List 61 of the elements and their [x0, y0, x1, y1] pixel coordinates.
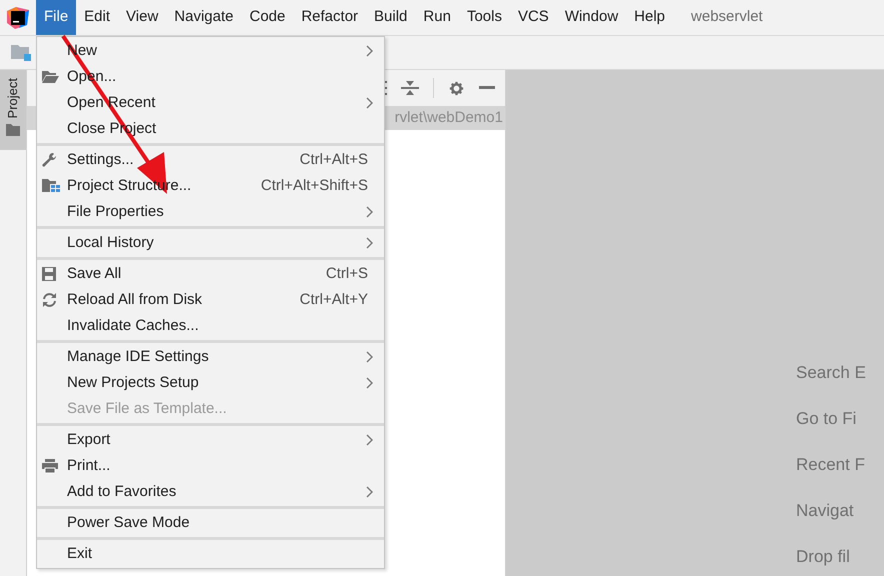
- menu-bar-item[interactable]: File: [36, 0, 76, 35]
- wrench-icon: [41, 152, 59, 168]
- menu-item[interactable]: Reload All from Disk Ctrl+Alt+Y: [37, 287, 384, 313]
- minimize-icon[interactable]: [479, 86, 495, 90]
- shortcut-label: Ctrl+Alt+Y: [300, 290, 368, 310]
- project-title: webservlet: [691, 7, 763, 28]
- editor-hint: Go to Fi: [796, 408, 858, 430]
- menu-item-label: Manage IDE Settings: [67, 346, 209, 367]
- menu-item-label: New Projects Setup: [67, 372, 199, 393]
- shortcut-label: Ctrl+Alt+Shift+S: [260, 176, 368, 196]
- project-tool-tab[interactable]: Project: [0, 70, 26, 150]
- menu-item-label: Local History: [67, 232, 154, 253]
- settings-icon[interactable]: [448, 80, 465, 96]
- menu-bar-item[interactable]: Run: [415, 0, 459, 35]
- menu-bar-item[interactable]: Navigate: [166, 0, 242, 35]
- editor-hint: Search E: [796, 362, 867, 384]
- refresh-icon: [41, 292, 58, 308]
- menu-item-label: File Properties: [67, 202, 164, 222]
- menu-item[interactable]: Settings... Ctrl+Alt+S: [37, 147, 384, 173]
- menu-bar-item[interactable]: Refactor: [293, 0, 366, 35]
- menu-item-label: Print...: [67, 456, 110, 476]
- collapse-all-icon[interactable]: [401, 80, 419, 96]
- menu-item-label: Settings...: [67, 150, 134, 170]
- folder-grid-icon: [41, 178, 60, 193]
- menu-item[interactable]: Export: [37, 427, 384, 453]
- menu-item-label: Export: [67, 430, 110, 450]
- menu-bar-item[interactable]: Code: [241, 0, 294, 35]
- menu-item-label: Reload All from Disk: [67, 290, 202, 310]
- menu-item-label: Save All: [67, 264, 122, 284]
- menu-item[interactable]: Exit: [37, 541, 384, 567]
- menu-bar-item[interactable]: Help: [626, 0, 674, 35]
- menu-item-label: Save File as Template...: [67, 398, 227, 419]
- menu-bar-item[interactable]: View: [118, 0, 166, 35]
- menu-bar-item[interactable]: VCS: [510, 0, 557, 35]
- folder-icon: [41, 69, 59, 84]
- folder-icon: [6, 124, 20, 136]
- menu-item[interactable]: Add to Favorites: [37, 479, 384, 505]
- menu-bar-item[interactable]: Edit: [76, 0, 118, 35]
- app-logo-icon: [7, 6, 29, 28]
- printer-icon: [41, 458, 59, 474]
- editor-hint: Drop fil: [796, 546, 851, 568]
- menu-item-label: Invalidate Caches...: [67, 316, 199, 336]
- menu-bar-item[interactable]: Build: [366, 0, 416, 35]
- shortcut-label: Ctrl+S: [326, 264, 368, 284]
- menu-item[interactable]: Local History: [37, 230, 384, 256]
- menu-item[interactable]: Invalidate Caches...: [37, 313, 384, 339]
- folder-icon: [11, 44, 33, 62]
- menu-bar-item[interactable]: Tools: [458, 0, 510, 35]
- menu-item-label: Power Save Mode: [67, 512, 190, 533]
- menu-item[interactable]: Save All Ctrl+S: [37, 261, 384, 287]
- menu-item[interactable]: Manage IDE Settings: [37, 344, 384, 370]
- menu-item-label: Exit: [67, 544, 92, 564]
- menu-bar-item[interactable]: Window: [556, 0, 626, 35]
- editor-hint: Navigat: [796, 500, 855, 522]
- shortcut-label: Ctrl+Alt+S: [300, 150, 368, 170]
- menu-item[interactable]: Print...: [37, 453, 384, 479]
- menu-item[interactable]: File Properties: [37, 199, 384, 225]
- menu-item[interactable]: Power Save Mode: [37, 510, 384, 536]
- editor-hint: Recent F: [796, 454, 866, 476]
- menu-item-label: Add to Favorites: [67, 482, 176, 502]
- menu-item[interactable]: New Projects Setup: [37, 370, 384, 396]
